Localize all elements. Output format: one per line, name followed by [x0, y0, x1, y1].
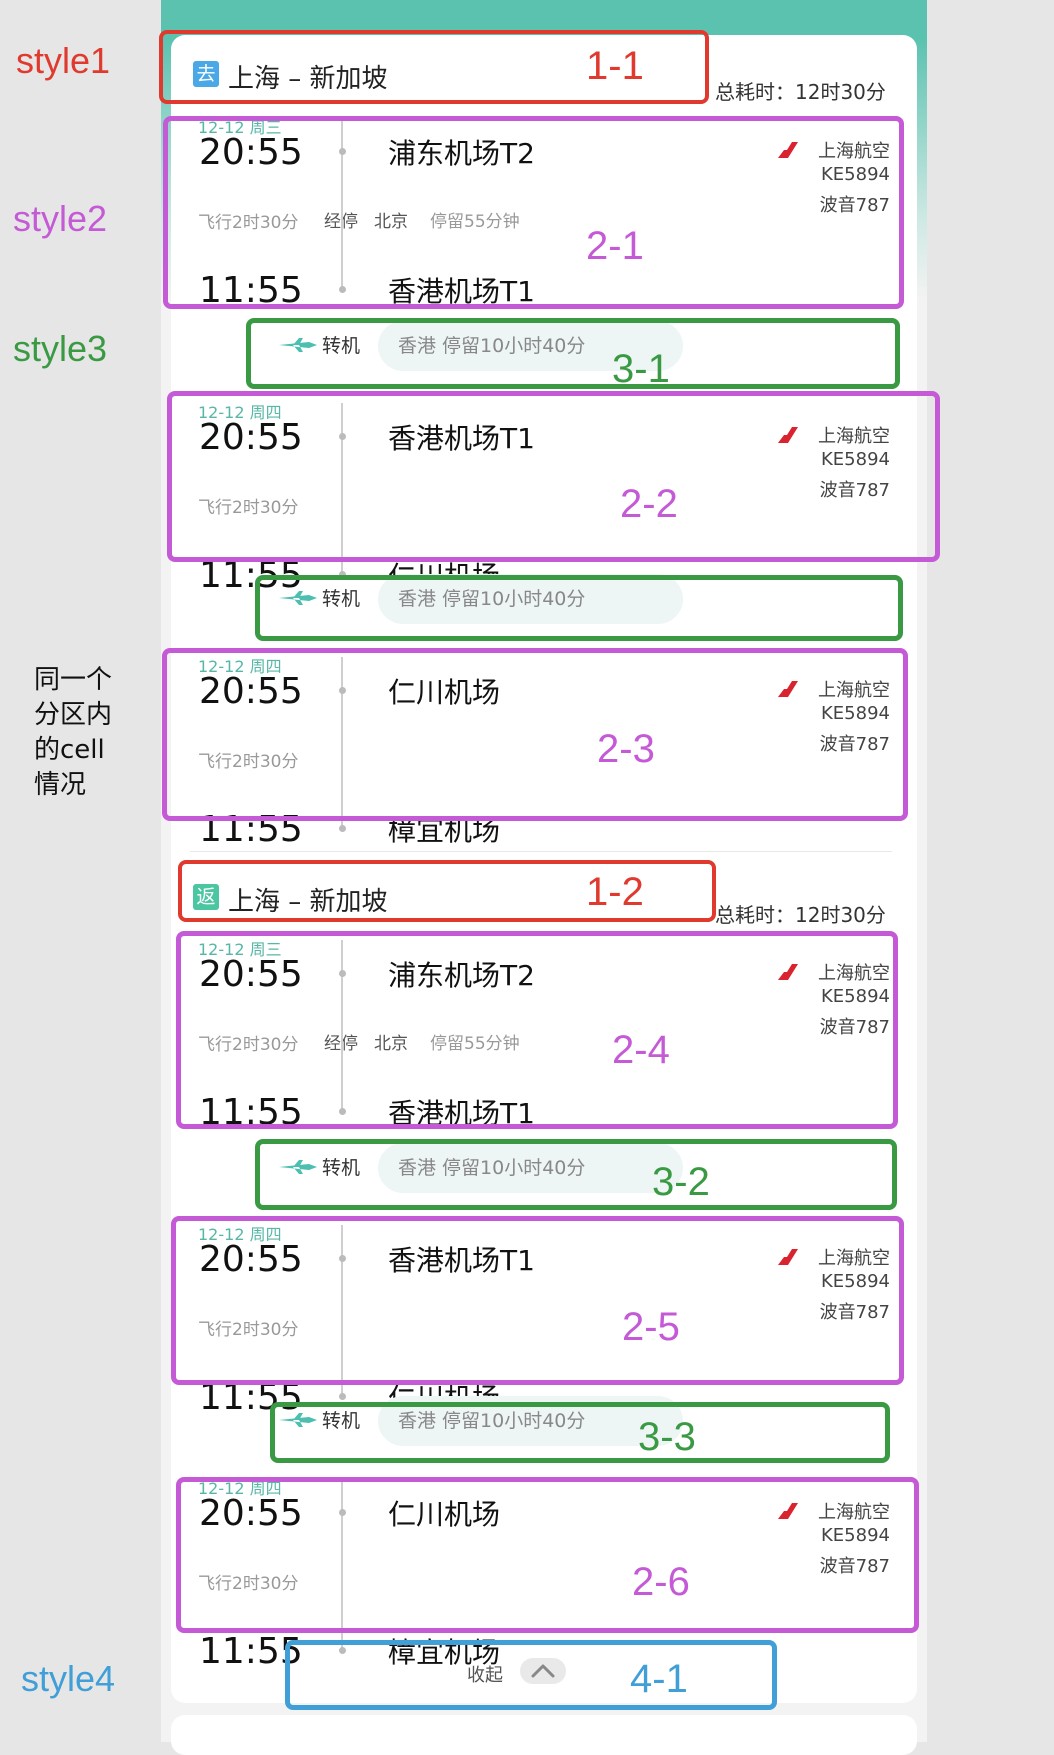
style3-frame [270, 1402, 890, 1463]
section-divider [190, 851, 892, 852]
anno-label: 2-4 [612, 1028, 670, 1072]
anno-label: 2-2 [620, 482, 678, 526]
style2-frame [162, 648, 908, 821]
anno-label: 2-6 [632, 1560, 690, 1604]
style2-frame [167, 391, 940, 562]
section-cell-note: 同一个 分区内 的cell 情况 [34, 665, 113, 800]
anno-label: 2-1 [586, 224, 644, 268]
timeline-dot [339, 1393, 346, 1400]
style3-label: style3 [13, 328, 108, 369]
next-card [171, 1715, 917, 1755]
style2-frame [163, 116, 904, 309]
style3-frame [246, 318, 900, 389]
style3-frame [255, 575, 903, 641]
style4-label: style4 [21, 1658, 116, 1699]
style2-label: style2 [13, 198, 108, 239]
timeline-dot [339, 825, 346, 832]
style4-frame [285, 1640, 777, 1710]
anno-label: 2-5 [622, 1305, 680, 1349]
style1-label: style1 [16, 40, 111, 81]
anno-label: 1-2 [586, 870, 644, 914]
anno-label: 1-1 [586, 44, 644, 88]
style2-frame [171, 1216, 904, 1385]
trip-total-time: 总耗时：12时30分 [715, 80, 886, 104]
anno-label: 2-3 [597, 727, 655, 771]
style2-frame [176, 1477, 919, 1633]
anno-label: 4-1 [630, 1657, 688, 1701]
style3-frame [255, 1139, 897, 1210]
anno-label: 3-1 [612, 347, 670, 391]
anno-label: 3-3 [638, 1415, 696, 1459]
style2-frame [176, 931, 898, 1129]
anno-label: 3-2 [652, 1160, 710, 1204]
trip-total-time: 总耗时：12时30分 [715, 903, 886, 927]
